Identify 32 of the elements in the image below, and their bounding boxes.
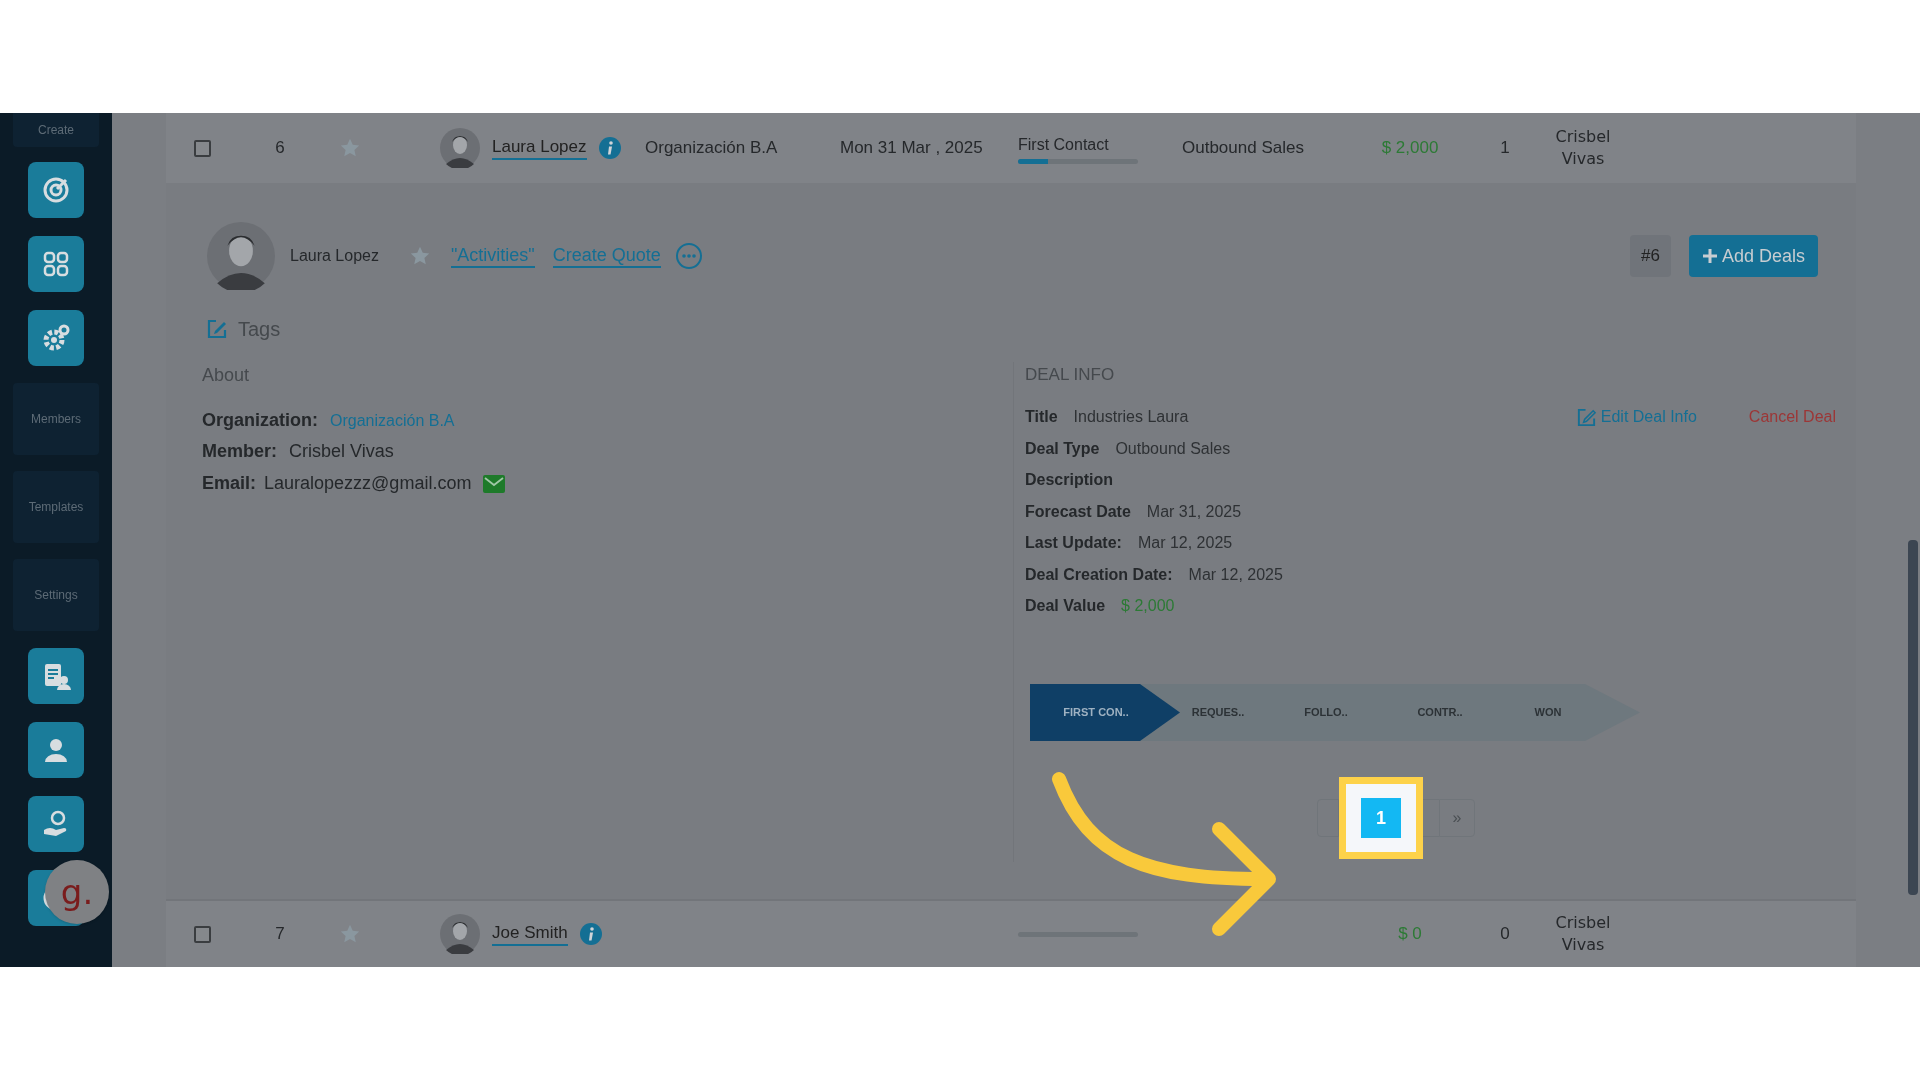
field-label: Deal Creation Date:	[1025, 564, 1173, 585]
field-label: Description	[1025, 470, 1113, 491]
field-value: Mar 31, 2025	[1146, 501, 1242, 522]
deal-type-text: Outbound Sales	[1182, 138, 1304, 158]
row-number: 6	[275, 137, 285, 160]
field-label: Email:	[202, 472, 257, 495]
field-value: Outbound Sales	[1115, 438, 1231, 459]
member-text: Crisbel Vivas	[1554, 126, 1612, 170]
stage-text: First Contact	[1018, 134, 1109, 155]
id-badge: #6	[1630, 235, 1671, 277]
field-label: Deal Type	[1025, 438, 1100, 459]
value-text: $ 2,000	[1381, 137, 1439, 160]
field-value: $ 2,000	[1121, 596, 1175, 617]
contact-name: Laura Lopez	[290, 246, 379, 266]
field-label: Forecast Date	[1025, 501, 1131, 522]
organization-text: Organización B.A	[645, 138, 778, 158]
field-label: Member:	[202, 440, 277, 463]
field-value: Mar 12, 2025	[1137, 533, 1233, 554]
field-value: Industries Laura	[1073, 407, 1189, 428]
member-text: Crisbel Vivas	[1554, 912, 1612, 956]
field-value: Mar 12, 2025	[1188, 564, 1283, 585]
field-label: Organization:	[202, 409, 318, 432]
value-text: $ 0	[1398, 923, 1422, 946]
field-value: Crisbel Vivas	[289, 440, 394, 463]
field-label: Deal Value	[1025, 596, 1106, 617]
count-text: 0	[1500, 923, 1510, 946]
count-text: 1	[1500, 137, 1510, 160]
field-label: Last Update:	[1025, 533, 1122, 554]
field-value: Lauralopezzz@gmail.com	[264, 472, 472, 495]
field-label: Title	[1025, 407, 1058, 428]
date-text: Mon 31 Mar , 2025	[840, 138, 983, 158]
row-number: 7	[275, 923, 285, 946]
